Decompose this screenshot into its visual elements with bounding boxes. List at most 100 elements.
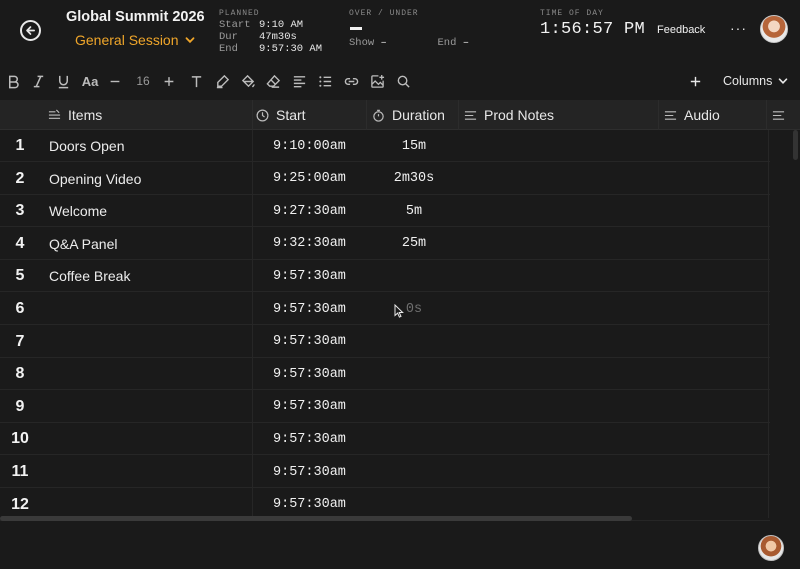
planned-end-value: 9:57:30 AM xyxy=(259,43,323,55)
planned-start-value: 9:10 AM xyxy=(259,19,304,31)
duration-cell[interactable]: 5m xyxy=(375,195,453,227)
table-row[interactable]: 8 9:57:30am xyxy=(0,358,770,391)
duration-cell[interactable]: 15m xyxy=(375,130,453,162)
table-row[interactable]: 1 Doors Open 9:10:00am 15m xyxy=(0,130,770,162)
start-cell[interactable]: 9:57:30am xyxy=(273,358,346,390)
duration-cell[interactable]: 25m xyxy=(375,228,453,260)
plus-icon xyxy=(690,76,700,86)
row-number: 1 xyxy=(15,137,25,154)
image-plus-icon xyxy=(370,74,384,88)
column-header-audio[interactable]: Audio xyxy=(664,100,720,130)
start-cell[interactable]: 9:32:30am xyxy=(273,228,346,260)
column-header-start[interactable]: Start xyxy=(256,100,306,130)
start-cell[interactable]: 9:25:00am xyxy=(273,163,346,195)
column-header-more[interactable] xyxy=(772,100,785,130)
time-of-day-caption: TIME OF DAY xyxy=(540,9,604,18)
highlight-button[interactable] xyxy=(213,71,231,91)
over-under-value xyxy=(350,27,362,30)
start-cell[interactable]: 9:57:30am xyxy=(273,423,346,455)
duration-cell[interactable] xyxy=(375,358,453,390)
column-header-row: Items Start Duration Prod Notes Audio xyxy=(0,100,800,130)
arrow-left-icon xyxy=(26,26,35,35)
duration-cell[interactable] xyxy=(375,423,453,455)
horizontal-scrollbar[interactable] xyxy=(0,516,632,521)
font-size-value[interactable]: 16 xyxy=(133,71,153,91)
minus-icon xyxy=(110,80,120,82)
list-icon xyxy=(318,75,331,87)
plus-icon xyxy=(164,76,174,86)
start-cell[interactable]: 9:57:30am xyxy=(273,293,346,325)
highlighter-icon xyxy=(216,74,229,88)
link-button[interactable] xyxy=(342,71,360,91)
duration-cell[interactable] xyxy=(375,391,453,423)
row-number: 11 xyxy=(11,463,29,480)
table-row[interactable]: 6 9:57:30am 0s xyxy=(0,293,770,325)
end-value: – xyxy=(462,37,469,49)
row-number: 2 xyxy=(15,169,25,187)
planned-panel: PLANNED Start 9:10 AM Dur 47m30s End 9:57:3… xyxy=(219,9,322,55)
item-cell[interactable]: Doors Open xyxy=(49,130,124,162)
column-header-items[interactable]: Items xyxy=(48,100,102,130)
item-cell[interactable]: Welcome xyxy=(49,195,107,227)
avatar[interactable] xyxy=(760,15,788,43)
item-cell[interactable]: Q&A Panel xyxy=(49,228,118,260)
duration-cell[interactable] xyxy=(375,260,453,292)
italic-button[interactable] xyxy=(29,71,47,91)
start-cell[interactable]: 9:10:00am xyxy=(273,130,346,162)
insert-image-button[interactable] xyxy=(368,71,386,91)
row-number: 5 xyxy=(15,267,25,285)
start-cell[interactable]: 9:57:30am xyxy=(273,391,346,423)
table-row[interactable]: 5 Coffee Break 9:57:30am xyxy=(0,260,770,293)
table-row[interactable]: 3 Welcome 9:27:30am 5m xyxy=(0,195,770,228)
fill-color-button[interactable] xyxy=(239,71,257,91)
bold-icon xyxy=(8,75,19,88)
presence-avatar[interactable] xyxy=(758,535,784,561)
vertical-scrollbar[interactable] xyxy=(793,130,798,160)
clear-format-button[interactable] xyxy=(264,71,282,91)
add-column-button[interactable] xyxy=(686,71,704,91)
text-style-button[interactable] xyxy=(187,71,205,91)
increase-size-button[interactable] xyxy=(162,71,176,91)
planned-dur-label: Dur xyxy=(219,31,238,43)
start-cell[interactable]: 9:57:30am xyxy=(273,326,346,358)
table-row[interactable]: 4 Q&A Panel 9:32:30am 25m xyxy=(0,228,770,260)
text-icon xyxy=(191,75,201,87)
start-cell[interactable]: 9:57:30am xyxy=(273,260,346,292)
column-header-duration[interactable]: Duration xyxy=(372,100,445,130)
item-cell[interactable]: Coffee Break xyxy=(49,260,130,292)
item-cell[interactable]: Opening Video xyxy=(49,163,141,195)
list-button[interactable] xyxy=(316,71,334,91)
decrease-size-button[interactable] xyxy=(108,71,122,91)
planned-dur-value: 47m30s xyxy=(259,31,297,43)
end-label: End xyxy=(437,37,457,49)
table-row[interactable]: 11 9:57:30am xyxy=(0,456,770,488)
start-cell[interactable]: 9:57:30am xyxy=(273,456,346,488)
underline-button[interactable] xyxy=(54,71,72,91)
text-case-icon: Aa xyxy=(81,73,99,89)
planned-start-label: Start xyxy=(219,19,251,31)
show-value: – xyxy=(380,37,387,49)
columns-menu-button[interactable]: Columns xyxy=(723,74,788,88)
more-menu-button[interactable]: ··· xyxy=(730,20,747,36)
duration-cell[interactable]: 0s xyxy=(375,293,453,325)
column-header-prod-notes[interactable]: Prod Notes xyxy=(464,100,554,130)
feedback-button[interactable]: Feedback xyxy=(657,24,705,36)
text-case-button[interactable]: Aa xyxy=(80,71,100,91)
table-row[interactable]: 7 9:57:30am xyxy=(0,326,770,358)
session-selector[interactable]: General Session xyxy=(75,32,195,48)
row-number: 6 xyxy=(15,300,25,317)
duration-cell[interactable] xyxy=(375,456,453,488)
table-row[interactable]: 10 9:57:30am xyxy=(0,423,770,456)
bold-button[interactable] xyxy=(4,71,22,91)
start-cell[interactable]: 9:27:30am xyxy=(273,195,346,227)
align-button[interactable] xyxy=(290,71,308,91)
formatting-toolbar: Aa 16 Columns xyxy=(0,66,800,96)
text-lines-icon xyxy=(664,110,677,120)
duration-cell[interactable] xyxy=(375,326,453,358)
back-button[interactable] xyxy=(20,20,41,41)
table-row[interactable]: 9 9:57:30am xyxy=(0,391,770,423)
search-button[interactable] xyxy=(394,71,412,91)
table-row[interactable]: 2 Opening Video 9:25:00am 2m30s xyxy=(0,163,770,195)
duration-cell[interactable]: 2m30s xyxy=(375,163,453,195)
column-header-prod-notes-label: Prod Notes xyxy=(484,107,555,123)
